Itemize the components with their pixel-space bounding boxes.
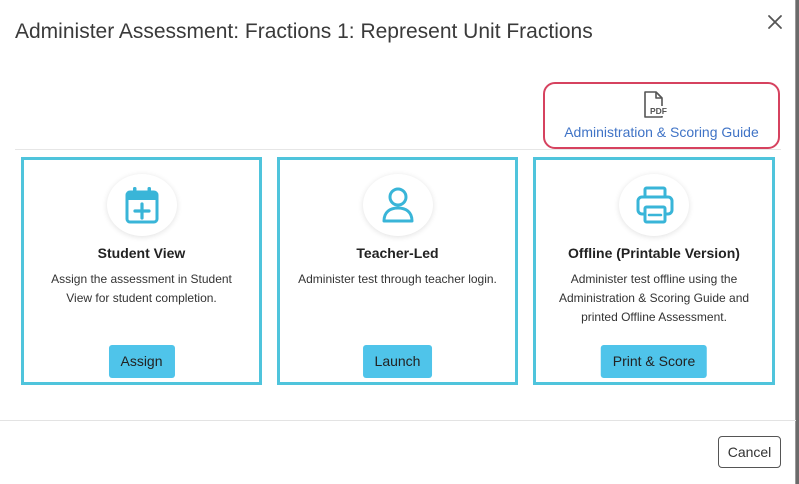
header-divider (15, 149, 781, 150)
close-icon (768, 15, 782, 29)
calendar-plus-icon (125, 187, 158, 224)
student-view-card: Student View Assign the assessment in St… (21, 157, 262, 385)
pdf-file-icon: PDF (644, 91, 671, 118)
footer-divider (0, 420, 796, 421)
user-icon (382, 187, 413, 223)
printer-icon (636, 186, 674, 224)
card-description: Assign the assessment in Student View fo… (51, 272, 232, 305)
scoring-guide-link[interactable]: Administration & Scoring Guide (545, 124, 778, 140)
assign-button[interactable]: Assign (108, 345, 175, 378)
card-title: Teacher-Led (356, 245, 439, 261)
launch-button[interactable]: Launch (362, 345, 433, 378)
card-title: Student View (97, 245, 186, 261)
card-description: Administer test through teacher login. (298, 272, 497, 286)
pdf-icon-label: PDF (650, 106, 667, 116)
offline-card: Offline (Printable Version) Administer t… (533, 157, 775, 385)
print-and-score-button[interactable]: Print & Score (600, 345, 708, 378)
offline-icon-badge (619, 174, 689, 236)
cancel-button[interactable]: Cancel (718, 436, 781, 468)
teacher-led-icon-badge (362, 174, 433, 236)
scoring-guide-highlight: PDF Administration & Scoring Guide (543, 82, 780, 149)
card-title: Offline (Printable Version) (568, 245, 740, 261)
card-description: Administer test offline using the Admini… (558, 272, 750, 324)
dialog-title: Administer Assessment: Fractions 1: Repr… (15, 20, 593, 43)
student-view-icon-badge (106, 174, 177, 236)
teacher-led-card: Teacher-Led Administer test through teac… (277, 157, 518, 385)
administer-assessment-dialog: Administer Assessment: Fractions 1: Repr… (0, 0, 796, 484)
close-button[interactable] (764, 11, 786, 33)
